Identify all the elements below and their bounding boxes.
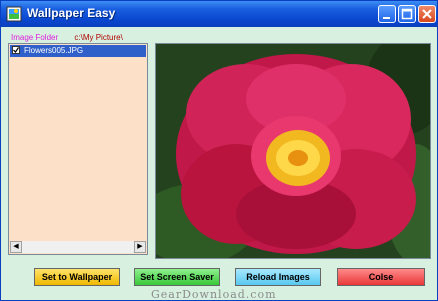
item-checkbox[interactable]: [12, 46, 20, 54]
horizontal-scrollbar[interactable]: ◀ ▶: [10, 241, 146, 253]
scroll-right-icon[interactable]: ▶: [134, 241, 146, 253]
flower-image: [156, 44, 430, 258]
maximize-button[interactable]: [398, 5, 416, 23]
close-button[interactable]: Colse: [337, 268, 425, 286]
image-folder-label: Image Folder: [11, 33, 59, 42]
image-list[interactable]: Flowers005.JPG ◀ ▶: [8, 43, 148, 255]
minimize-button[interactable]: [378, 5, 396, 23]
image-folder-path[interactable]: c:\My Picture\: [74, 33, 122, 42]
image-preview: [155, 43, 431, 259]
app-window: Wallpaper Easy Image Folder c:\My Pictur…: [0, 0, 438, 301]
minimize-icon: [383, 17, 390, 19]
watermark: GearDownload.com: [151, 288, 277, 301]
close-window-button[interactable]: [418, 5, 436, 23]
window-title: Wallpaper Easy: [27, 6, 116, 20]
item-filename: Flowers005.JPG: [24, 46, 84, 55]
scroll-left-icon[interactable]: ◀: [10, 241, 22, 253]
app-icon: [6, 6, 22, 22]
set-wallpaper-button[interactable]: Set to Wallpaper: [34, 268, 120, 286]
folder-info: Image Folder c:\My Picture\: [11, 33, 123, 42]
maximize-icon: [401, 8, 413, 20]
close-icon: [422, 9, 432, 19]
checkmark-icon: [13, 47, 19, 53]
title-bar[interactable]: Wallpaper Easy: [1, 1, 437, 27]
set-screensaver-button[interactable]: Set Screen Saver: [134, 268, 220, 286]
reload-images-button[interactable]: Reload Images: [235, 268, 321, 286]
list-item[interactable]: Flowers005.JPG: [10, 45, 146, 57]
